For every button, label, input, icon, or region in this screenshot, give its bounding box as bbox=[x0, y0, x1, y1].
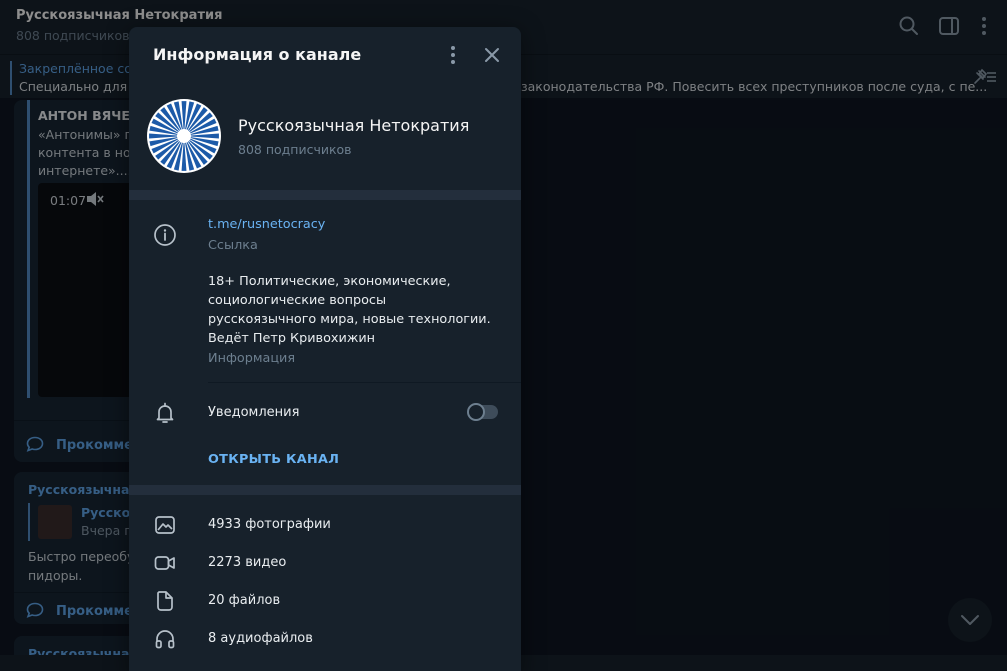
notifications-toggle[interactable] bbox=[467, 403, 498, 421]
channel-name: Русскоязычная Нетократия bbox=[238, 116, 470, 135]
headphones-icon bbox=[155, 630, 175, 649]
channel-link[interactable]: t.me/rusnetocracy bbox=[208, 217, 325, 232]
info-icon bbox=[154, 224, 176, 246]
media-photos-row[interactable]: 4933 фотографии bbox=[129, 507, 521, 545]
section-separator bbox=[129, 485, 521, 495]
close-icon[interactable] bbox=[481, 44, 503, 66]
photo-icon bbox=[155, 516, 175, 534]
media-files-row[interactable]: 20 файлов bbox=[129, 583, 521, 621]
video-icon bbox=[154, 556, 175, 570]
more-vertical-icon[interactable] bbox=[442, 44, 464, 66]
channel-link-label: Ссылка bbox=[208, 238, 258, 253]
media-files-label: 20 файлов bbox=[208, 593, 281, 608]
media-videos-row[interactable]: 2273 видео bbox=[129, 545, 521, 583]
media-audio-label: 8 аудиофайлов bbox=[208, 631, 313, 646]
bell-icon bbox=[156, 402, 174, 423]
dialog-title: Информация о канале bbox=[153, 45, 362, 64]
notifications-label: Уведомления bbox=[208, 405, 300, 420]
channel-description-label: Информация bbox=[208, 351, 296, 366]
telegram-window: Русскоязычная Нетократия 808 подписчиков… bbox=[0, 0, 1007, 671]
subscriber-count: 808 подписчиков bbox=[238, 142, 352, 157]
channel-logo-icon bbox=[149, 101, 219, 171]
media-videos-label: 2273 видео bbox=[208, 555, 287, 570]
toggle-knob bbox=[467, 403, 485, 421]
channel-info-dialog: Информация о канале Русскоязычная Нетокр… bbox=[129, 27, 521, 671]
open-channel-button[interactable]: ОТКРЫТЬ КАНАЛ bbox=[208, 452, 339, 467]
file-icon bbox=[157, 591, 173, 611]
media-audio-row[interactable]: 8 аудиофайлов bbox=[129, 621, 521, 659]
section-separator bbox=[129, 190, 521, 200]
channel-avatar[interactable] bbox=[147, 99, 221, 173]
media-photos-label: 4933 фотографии bbox=[208, 517, 331, 532]
row-divider bbox=[208, 382, 521, 383]
channel-description: 18+ Политические, экономические, социоло… bbox=[208, 274, 491, 346]
